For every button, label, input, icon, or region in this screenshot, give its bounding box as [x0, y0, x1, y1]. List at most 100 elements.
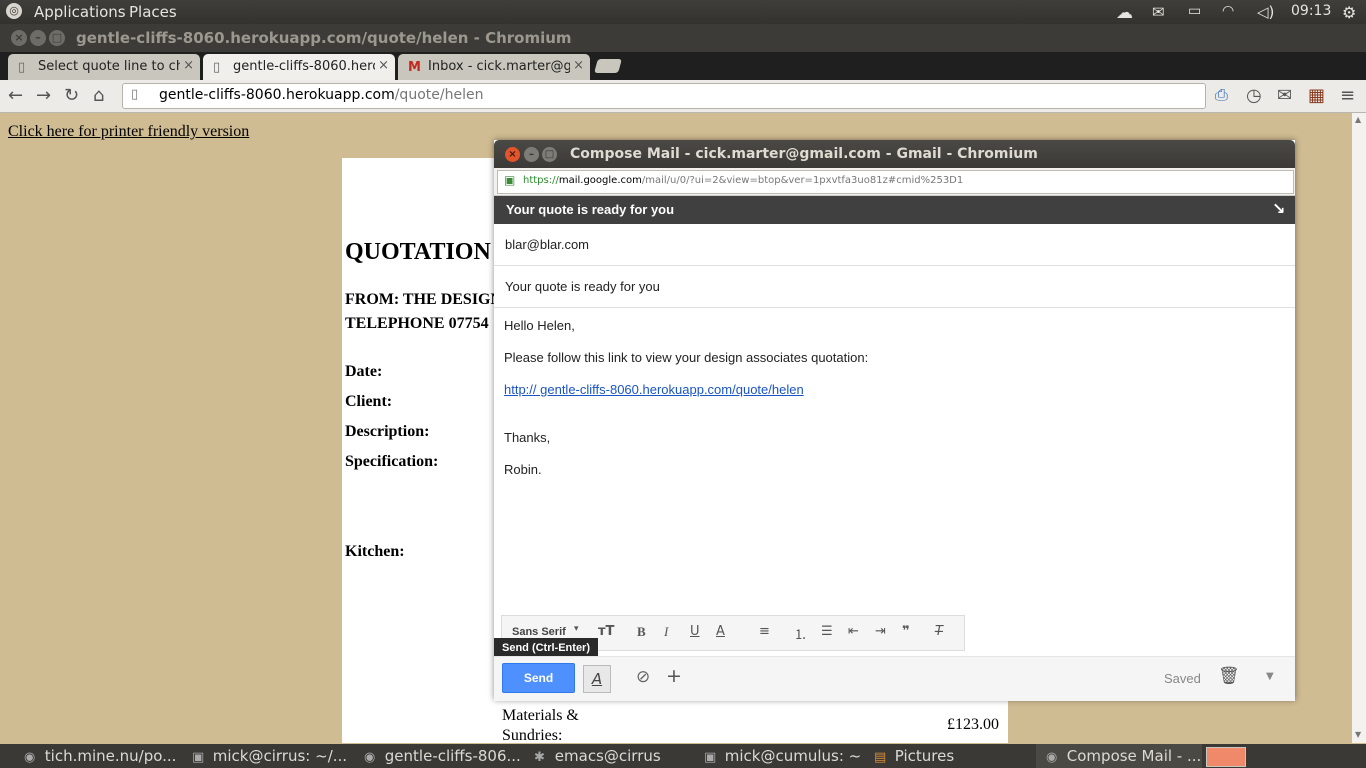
insert-more-icon[interactable]: + — [666, 665, 682, 687]
volume-icon[interactable]: ◁) — [1257, 3, 1274, 21]
maximize-window-icon[interactable]: □ — [49, 30, 65, 46]
clock[interactable]: 09:13 — [1291, 3, 1331, 19]
task-label: emacs@cirrus — [554, 747, 661, 765]
compose-window-title: Compose Mail - cick.marter@gmail.com - G… — [570, 146, 1038, 162]
text-color-icon[interactable]: A — [716, 624, 725, 639]
page-icon: ▯ — [131, 87, 139, 102]
italic-icon[interactable]: I — [664, 624, 668, 640]
menu-applications[interactable]: Applications — [34, 3, 126, 21]
settings-gear-icon[interactable]: ⚙ — [1342, 3, 1356, 22]
maximize-compose-icon[interactable]: □ — [542, 147, 557, 162]
compose-url-field[interactable]: ▣ https://mail.google.com/mail/u/0/?ui=2… — [497, 170, 1294, 194]
extension-icon[interactable]: ⎙ — [1215, 85, 1228, 105]
battery-icon[interactable]: ▭ — [1188, 3, 1201, 19]
to-field[interactable]: blar@blar.com — [494, 225, 1295, 266]
scroll-up-icon[interactable]: ▲ — [1355, 115, 1361, 124]
top-panel: ◎ Applications Places ☁ ✉ ▭ ◠ ◁) 09:13 ⚙ — [0, 0, 1366, 24]
remove-formatting-icon[interactable]: T̶ — [935, 624, 943, 639]
formatting-options-icon[interactable]: A — [583, 665, 611, 693]
folder-icon: ▤ — [874, 750, 887, 765]
home-icon[interactable]: ⌂ — [93, 85, 104, 106]
indent-more-icon[interactable]: ⇥ — [875, 624, 886, 639]
task-label: gentle-cliffs-806... — [384, 747, 521, 765]
from-line: FROM: THE DESIGN — [345, 291, 503, 308]
compose-header: Your quote is ready for you ↘ — [494, 196, 1295, 224]
task-chromium-gentle[interactable]: ◉ gentle-cliffs-806... — [364, 747, 521, 765]
lock-icon: ▣ — [504, 173, 516, 187]
bulleted-list-icon[interactable]: ☰ — [821, 624, 833, 639]
mail-extension-icon[interactable]: ✉ — [1277, 85, 1292, 106]
task-terminal-cumulus[interactable]: ▣ mick@cumulus: ~ — [704, 747, 861, 765]
ubuntu-logo-icon[interactable]: ◎ — [6, 3, 22, 19]
new-tab-button[interactable] — [594, 59, 622, 73]
page-scrollbar[interactable]: ▲ ▼ — [1352, 113, 1366, 743]
tab-gmail-inbox[interactable]: M Inbox - cick.marter@gmail.com × — [398, 54, 590, 80]
body-signature: Robin. — [504, 462, 542, 477]
task-label: tich.mine.nu/po... — [44, 747, 177, 765]
reload-icon[interactable]: ↻ — [64, 85, 79, 106]
font-family-select[interactable]: Sans Serif — [512, 626, 566, 638]
quote-icon[interactable]: ❞ — [902, 624, 910, 639]
align-icon[interactable]: ≡ — [759, 624, 770, 639]
close-tab-icon[interactable]: × — [573, 58, 584, 73]
back-icon[interactable]: ← — [8, 85, 23, 106]
task-compose-mail[interactable]: ◉ Compose Mail - ... — [1036, 744, 1202, 768]
menu-places[interactable]: Places — [129, 3, 177, 21]
scroll-down-icon[interactable]: ▼ — [1355, 730, 1361, 739]
cloud-icon[interactable]: ☁ — [1116, 3, 1133, 23]
terminal-icon: ▣ — [704, 750, 717, 765]
subject-field[interactable]: Your quote is ready for you — [494, 267, 1295, 308]
mail-icon[interactable]: ✉ — [1152, 3, 1165, 21]
chromium-icon: ◉ — [24, 750, 36, 765]
discard-trash-icon[interactable]: 🗑 — [1218, 666, 1240, 686]
indent-less-icon[interactable]: ⇤ — [848, 624, 859, 639]
minimize-window-icon[interactable]: – — [30, 30, 46, 46]
close-window-icon[interactable]: × — [11, 30, 27, 46]
numbered-list-icon[interactable]: ⒈ — [794, 624, 807, 643]
specification-label: Specification: — [345, 453, 439, 470]
wifi-icon[interactable]: ◠ — [1222, 3, 1234, 19]
send-button[interactable]: Send — [502, 663, 575, 693]
task-terminal-cirrus[interactable]: ▣ mick@cirrus: ~/... — [192, 747, 347, 765]
quotation-heading: QUOTATION — [345, 239, 491, 265]
font-size-icon[interactable]: тT — [598, 624, 614, 639]
printer-friendly-link[interactable]: Click here for printer friendly version — [8, 123, 249, 141]
compose-header-title: Your quote is ready for you — [506, 202, 675, 217]
chromium-icon: ◉ — [1046, 750, 1058, 765]
workspace-switcher[interactable] — [1206, 747, 1246, 767]
font-dropdown-icon[interactable]: ▾ — [574, 624, 579, 634]
tab-strip: ▯ Select quote line to change × ▯ gentle… — [0, 52, 1366, 80]
clock-extension-icon[interactable]: ◷ — [1246, 85, 1262, 106]
popin-arrow-icon[interactable]: ↘ — [1272, 199, 1285, 218]
telephone-line: TELEPHONE 07754 — [345, 315, 489, 332]
bold-icon[interactable]: B — [637, 624, 646, 640]
more-options-icon[interactable]: ▼ — [1266, 671, 1274, 682]
body-greeting: Hello Helen, — [504, 318, 575, 333]
tab-select-quote-line[interactable]: ▯ Select quote line to change × — [8, 54, 200, 80]
close-tab-icon[interactable]: × — [378, 58, 389, 73]
menu-icon[interactable]: ≡ — [1340, 85, 1355, 106]
close-tab-icon[interactable]: × — [183, 58, 194, 73]
task-emacs[interactable]: ✱ emacs@cirrus — [534, 747, 661, 765]
date-label: Date: — [345, 363, 383, 380]
taskbar: ◉ tich.mine.nu/po... ▣ mick@cirrus: ~/..… — [0, 744, 1366, 768]
minimize-compose-icon[interactable]: – — [524, 147, 539, 162]
calendar-extension-icon[interactable]: ▦ — [1308, 85, 1325, 106]
attach-file-icon[interactable]: ⊘ — [636, 667, 650, 687]
address-bar[interactable]: ▯ gentle-cliffs-8060.herokuapp.com/quote… — [122, 83, 1206, 109]
terminal-icon: ▣ — [192, 750, 205, 765]
tab-label: Inbox - cick.marter@gmail.com — [428, 59, 570, 74]
compose-title-bar: × – □ Compose Mail - cick.marter@gmail.c… — [494, 140, 1295, 168]
underline-icon[interactable]: U — [690, 624, 700, 639]
quote-link[interactable]: http:// gentle-cliffs-8060.herokuapp.com… — [504, 382, 804, 397]
task-label: mick@cirrus: ~/... — [212, 747, 348, 765]
save-status: Saved — [1164, 671, 1201, 686]
task-chromium-tich[interactable]: ◉ tich.mine.nu/po... — [24, 747, 176, 765]
tab-quote-helen[interactable]: ▯ gentle-cliffs-8060.herokuapp.com × — [203, 54, 395, 80]
close-compose-icon[interactable]: × — [505, 147, 520, 162]
browser-toolbar: ← → ↻ ⌂ ▯ gentle-cliffs-8060.herokuapp.c… — [0, 80, 1366, 113]
forward-icon[interactable]: → — [36, 85, 51, 106]
kitchen-label: Kitchen: — [345, 543, 405, 560]
task-pictures[interactable]: ▤ Pictures — [874, 747, 954, 765]
body-thanks: Thanks, — [504, 430, 551, 445]
